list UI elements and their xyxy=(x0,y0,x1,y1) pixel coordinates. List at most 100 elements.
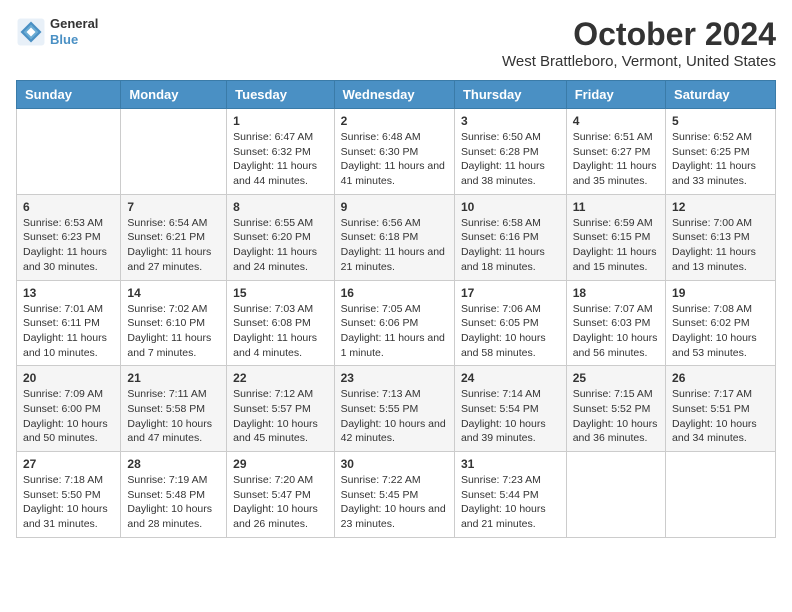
sunrise-text: Sunrise: 7:14 AM xyxy=(461,388,541,400)
sunrise-text: Sunrise: 6:59 AM xyxy=(573,217,653,229)
daylight-text: Daylight: 10 hours and 36 minutes. xyxy=(573,418,658,445)
day-number: 26 xyxy=(672,371,769,385)
day-info: Sunrise: 7:09 AM Sunset: 6:00 PM Dayligh… xyxy=(23,387,114,446)
header-row: Sunday Monday Tuesday Wednesday Thursday… xyxy=(17,81,776,109)
day-number: 8 xyxy=(233,200,327,214)
sunset-text: Sunset: 6:21 PM xyxy=(127,231,205,243)
calendar-cell-4-0: 27 Sunrise: 7:18 AM Sunset: 5:50 PM Dayl… xyxy=(17,452,121,538)
sunset-text: Sunset: 6:02 PM xyxy=(672,317,750,329)
sunrise-text: Sunrise: 7:03 AM xyxy=(233,303,313,315)
calendar-cell-2-0: 13 Sunrise: 7:01 AM Sunset: 6:11 PM Dayl… xyxy=(17,280,121,366)
sunset-text: Sunset: 6:30 PM xyxy=(341,146,419,158)
sunrise-text: Sunrise: 7:08 AM xyxy=(672,303,752,315)
sunrise-text: Sunrise: 7:06 AM xyxy=(461,303,541,315)
daylight-text: Daylight: 10 hours and 31 minutes. xyxy=(23,503,108,530)
header-monday: Monday xyxy=(121,81,227,109)
sunset-text: Sunset: 5:50 PM xyxy=(23,489,101,501)
daylight-text: Daylight: 10 hours and 56 minutes. xyxy=(573,332,658,359)
day-info: Sunrise: 7:05 AM Sunset: 6:06 PM Dayligh… xyxy=(341,302,448,361)
daylight-text: Daylight: 10 hours and 39 minutes. xyxy=(461,418,546,445)
day-number: 6 xyxy=(23,200,114,214)
sunset-text: Sunset: 6:32 PM xyxy=(233,146,311,158)
week-row-1: 1 Sunrise: 6:47 AM Sunset: 6:32 PM Dayli… xyxy=(17,109,776,195)
header-wednesday: Wednesday xyxy=(334,81,454,109)
day-info: Sunrise: 7:19 AM Sunset: 5:48 PM Dayligh… xyxy=(127,473,220,532)
sunrise-text: Sunrise: 7:11 AM xyxy=(127,388,206,400)
day-number: 27 xyxy=(23,457,114,471)
daylight-text: Daylight: 11 hours and 24 minutes. xyxy=(233,246,317,273)
logo: General Blue xyxy=(16,16,98,47)
calendar-table: Sunday Monday Tuesday Wednesday Thursday… xyxy=(16,80,776,538)
day-number: 1 xyxy=(233,114,327,128)
day-info: Sunrise: 7:13 AM Sunset: 5:55 PM Dayligh… xyxy=(341,387,448,446)
sunset-text: Sunset: 5:54 PM xyxy=(461,403,539,415)
daylight-text: Daylight: 11 hours and 27 minutes. xyxy=(127,246,211,273)
header-sunday: Sunday xyxy=(17,81,121,109)
sunrise-text: Sunrise: 7:22 AM xyxy=(341,474,421,486)
day-info: Sunrise: 7:03 AM Sunset: 6:08 PM Dayligh… xyxy=(233,302,327,361)
sunrise-text: Sunrise: 7:18 AM xyxy=(23,474,103,486)
calendar-cell-3-0: 20 Sunrise: 7:09 AM Sunset: 6:00 PM Dayl… xyxy=(17,366,121,452)
day-number: 18 xyxy=(573,286,659,300)
day-number: 17 xyxy=(461,286,560,300)
sunrise-text: Sunrise: 6:48 AM xyxy=(341,131,421,143)
sunset-text: Sunset: 6:05 PM xyxy=(461,317,539,329)
day-info: Sunrise: 7:15 AM Sunset: 5:52 PM Dayligh… xyxy=(573,387,659,446)
logo-icon xyxy=(16,17,46,47)
daylight-text: Daylight: 11 hours and 7 minutes. xyxy=(127,332,211,359)
calendar-cell-4-2: 29 Sunrise: 7:20 AM Sunset: 5:47 PM Dayl… xyxy=(227,452,334,538)
calendar-cell-0-0 xyxy=(17,109,121,195)
week-row-4: 20 Sunrise: 7:09 AM Sunset: 6:00 PM Dayl… xyxy=(17,366,776,452)
sunset-text: Sunset: 6:08 PM xyxy=(233,317,311,329)
day-info: Sunrise: 7:23 AM Sunset: 5:44 PM Dayligh… xyxy=(461,473,560,532)
daylight-text: Daylight: 10 hours and 34 minutes. xyxy=(672,418,757,445)
sunset-text: Sunset: 6:20 PM xyxy=(233,231,311,243)
day-number: 2 xyxy=(341,114,448,128)
calendar-header: Sunday Monday Tuesday Wednesday Thursday… xyxy=(17,81,776,109)
sunrise-text: Sunrise: 6:50 AM xyxy=(461,131,541,143)
day-number: 31 xyxy=(461,457,560,471)
sunrise-text: Sunrise: 7:13 AM xyxy=(341,388,421,400)
sunset-text: Sunset: 5:52 PM xyxy=(573,403,651,415)
calendar-cell-1-5: 11 Sunrise: 6:59 AM Sunset: 6:15 PM Dayl… xyxy=(566,194,665,280)
sunrise-text: Sunrise: 7:07 AM xyxy=(573,303,653,315)
sunset-text: Sunset: 5:55 PM xyxy=(341,403,419,415)
day-info: Sunrise: 6:51 AM Sunset: 6:27 PM Dayligh… xyxy=(573,130,659,189)
daylight-text: Daylight: 11 hours and 13 minutes. xyxy=(672,246,756,273)
daylight-text: Daylight: 11 hours and 41 minutes. xyxy=(341,160,445,187)
daylight-text: Daylight: 11 hours and 30 minutes. xyxy=(23,246,107,273)
calendar-title: October 2024 xyxy=(502,16,776,53)
header-thursday: Thursday xyxy=(454,81,566,109)
calendar-cell-3-1: 21 Sunrise: 7:11 AM Sunset: 5:58 PM Dayl… xyxy=(121,366,227,452)
day-number: 19 xyxy=(672,286,769,300)
day-number: 29 xyxy=(233,457,327,471)
calendar-cell-2-1: 14 Sunrise: 7:02 AM Sunset: 6:10 PM Dayl… xyxy=(121,280,227,366)
calendar-body: 1 Sunrise: 6:47 AM Sunset: 6:32 PM Dayli… xyxy=(17,109,776,538)
day-number: 21 xyxy=(127,371,220,385)
day-number: 25 xyxy=(573,371,659,385)
day-number: 22 xyxy=(233,371,327,385)
calendar-cell-4-1: 28 Sunrise: 7:19 AM Sunset: 5:48 PM Dayl… xyxy=(121,452,227,538)
calendar-cell-3-3: 23 Sunrise: 7:13 AM Sunset: 5:55 PM Dayl… xyxy=(334,366,454,452)
calendar-cell-3-5: 25 Sunrise: 7:15 AM Sunset: 5:52 PM Dayl… xyxy=(566,366,665,452)
sunset-text: Sunset: 6:11 PM xyxy=(23,317,100,329)
calendar-cell-0-3: 2 Sunrise: 6:48 AM Sunset: 6:30 PM Dayli… xyxy=(334,109,454,195)
sunset-text: Sunset: 6:28 PM xyxy=(461,146,539,158)
day-info: Sunrise: 7:06 AM Sunset: 6:05 PM Dayligh… xyxy=(461,302,560,361)
sunset-text: Sunset: 5:48 PM xyxy=(127,489,205,501)
day-number: 13 xyxy=(23,286,114,300)
sunset-text: Sunset: 6:10 PM xyxy=(127,317,205,329)
sunrise-text: Sunrise: 6:56 AM xyxy=(341,217,421,229)
day-info: Sunrise: 7:08 AM Sunset: 6:02 PM Dayligh… xyxy=(672,302,769,361)
sunset-text: Sunset: 5:47 PM xyxy=(233,489,311,501)
day-info: Sunrise: 6:50 AM Sunset: 6:28 PM Dayligh… xyxy=(461,130,560,189)
calendar-cell-2-2: 15 Sunrise: 7:03 AM Sunset: 6:08 PM Dayl… xyxy=(227,280,334,366)
day-info: Sunrise: 7:14 AM Sunset: 5:54 PM Dayligh… xyxy=(461,387,560,446)
sunset-text: Sunset: 5:58 PM xyxy=(127,403,205,415)
calendar-cell-1-1: 7 Sunrise: 6:54 AM Sunset: 6:21 PM Dayli… xyxy=(121,194,227,280)
calendar-cell-2-3: 16 Sunrise: 7:05 AM Sunset: 6:06 PM Dayl… xyxy=(334,280,454,366)
daylight-text: Daylight: 11 hours and 15 minutes. xyxy=(573,246,657,273)
sunset-text: Sunset: 5:51 PM xyxy=(672,403,750,415)
daylight-text: Daylight: 10 hours and 58 minutes. xyxy=(461,332,546,359)
calendar-cell-4-3: 30 Sunrise: 7:22 AM Sunset: 5:45 PM Dayl… xyxy=(334,452,454,538)
